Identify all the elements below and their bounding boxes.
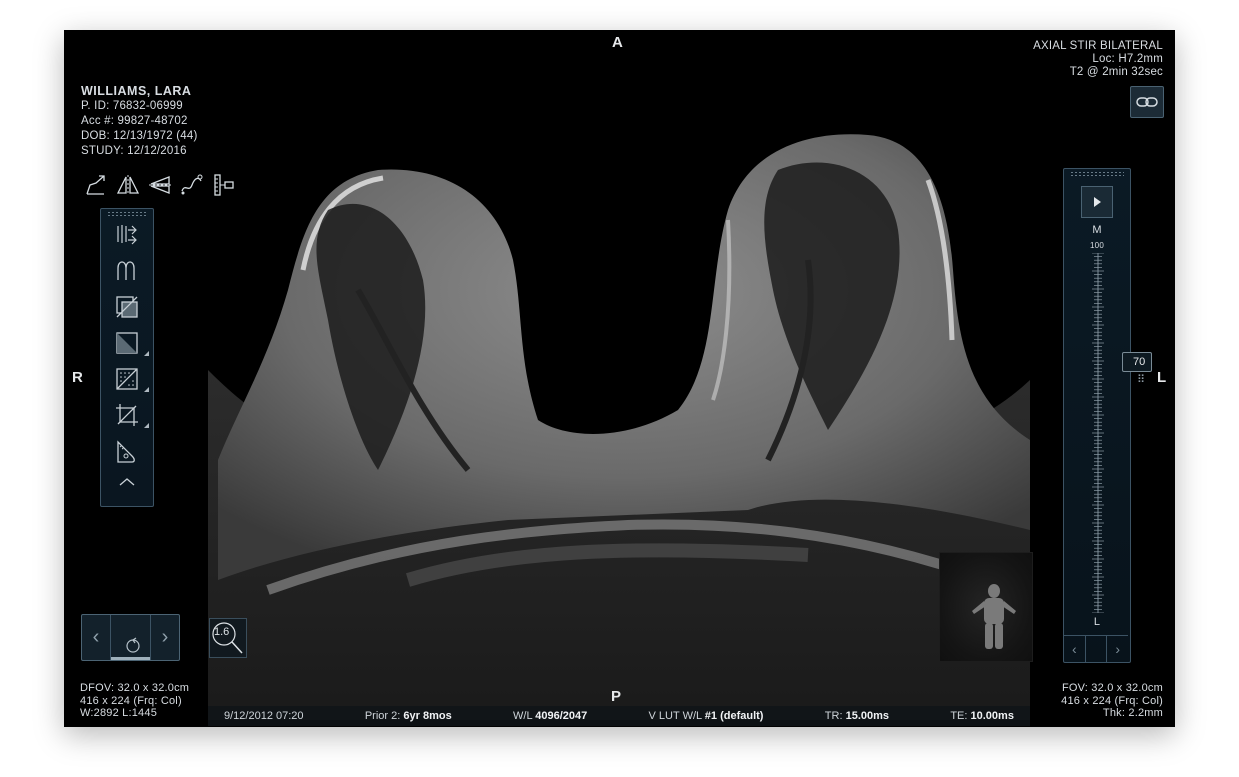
play-cine-button[interactable] [1081, 186, 1113, 218]
study-date: STUDY: 12/12/2016 [81, 145, 187, 157]
magnifier-icon [212, 622, 243, 654]
scale-next-button[interactable]: › [1107, 636, 1128, 662]
sequence-timing: T2 @ 2min 32sec [1069, 66, 1163, 78]
prior-study[interactable]: Prior 2: 6yr 8mos [365, 710, 452, 722]
wl-label: W/L [513, 710, 533, 722]
date-of-birth: DOB: 12/13/1972 (44) [81, 130, 198, 142]
body-figure-icon [972, 584, 1016, 649]
scale-prev-button[interactable]: ‹ [1064, 636, 1085, 662]
te-status: TE: 10.00ms [950, 710, 1014, 722]
scale-drag-handle[interactable] [1070, 171, 1124, 177]
patient-info: WILLIAMS, LARA P. ID: 76832-06999 Acc #:… [81, 85, 198, 158]
scale-top-value: 100 [1090, 241, 1104, 250]
chevron-up-icon [119, 478, 135, 486]
wl-value: 4096/2047 [535, 710, 588, 722]
intensity-scale-panel: M 100 L 70 ⠿ ‹ › [1063, 168, 1153, 663]
grip-dots-icon: ⠿ [1137, 374, 1146, 386]
te-label: TE: [950, 710, 968, 722]
vlut-label: V LUT W/L [648, 710, 702, 722]
prev-series-button[interactable]: ‹ [82, 615, 111, 660]
te-value: 10.00ms [970, 710, 1014, 722]
series-progress [111, 657, 150, 660]
annotation-toolbar [83, 171, 237, 199]
link-icon [1136, 97, 1158, 107]
window-level-icon[interactable] [101, 325, 153, 361]
vlut-value: #1 (default) [704, 710, 764, 722]
scale-slider-value: 70 [1133, 356, 1146, 368]
scale-slider-handle[interactable]: 70 ⠿ [1122, 352, 1153, 386]
image-viewport[interactable]: A P R L WILLIAMS, LARA P. ID: 76832-0699… [64, 30, 1175, 727]
scale-nav: ‹ › [1064, 635, 1128, 662]
scale-nav-center [1084, 636, 1108, 662]
vlut-status: V LUT W/L #1 (default) [649, 710, 764, 722]
patient-name: WILLIAMS, LARA [81, 84, 192, 98]
tool-panel [100, 208, 154, 507]
scale-ruler[interactable] [1092, 253, 1104, 613]
flip-vertical-icon[interactable] [147, 171, 173, 199]
play-icon [1094, 197, 1101, 207]
slice-thickness: Thk: 2.2mm [1102, 707, 1163, 719]
curve-graph-icon[interactable] [101, 253, 153, 289]
submenu-indicator-icon [144, 423, 149, 428]
subtraction-icon[interactable] [101, 289, 153, 325]
tr-value: 15.00ms [845, 710, 890, 722]
arrow-annotation-icon[interactable] [83, 171, 109, 199]
rotate-icon [126, 637, 140, 653]
crop-icon[interactable] [101, 397, 153, 433]
window-level-status: W/L 4096/2047 [513, 710, 587, 722]
tr-status: TR: 15.00ms [825, 710, 889, 722]
scale-top-label: M [1092, 224, 1102, 236]
patient-id: P. ID: 76832-06999 [81, 100, 183, 112]
mpr-icon[interactable] [101, 217, 153, 253]
zoom-indicator[interactable]: 1.6 [209, 618, 247, 658]
orientation-right: R [72, 369, 83, 386]
display-info-left: DFOV: 32.0 x 32.0cm 416 x 224 (Frq: Col)… [80, 682, 189, 720]
series-thumbnail[interactable] [111, 615, 150, 660]
dither-icon[interactable] [101, 361, 153, 397]
orientation-anterior: A [612, 34, 623, 51]
acquisition-datetime: 9/12/2012 07:20 [224, 710, 304, 722]
probe-icon[interactable] [101, 433, 153, 469]
display-fov: DFOV: 32.0 x 32.0cm [80, 682, 190, 694]
submenu-indicator-icon [144, 351, 149, 356]
status-bar: 9/12/2012 07:20 Prior 2: 6yr 8mos W/L 40… [208, 706, 1030, 726]
ruler-icon[interactable] [211, 171, 237, 199]
series-title: AXIAL STIR BILATERAL [1033, 40, 1163, 52]
window-level-values: W:2892 L:1445 [80, 707, 158, 719]
orientation-left: L [1157, 369, 1167, 386]
curve-tool-icon[interactable] [179, 171, 205, 199]
series-info: AXIAL STIR BILATERAL Loc: H7.2mm T2 @ 2m… [1033, 40, 1163, 79]
flip-horizontal-icon[interactable] [115, 171, 141, 199]
collapse-panel-button[interactable] [101, 469, 153, 495]
next-series-button[interactable]: › [150, 615, 179, 660]
accession-number: Acc #: 99827-48702 [81, 115, 188, 127]
display-info-right: FOV: 32.0 x 32.0cm 416 x 224 (Frq: Col) … [1061, 682, 1163, 720]
link-series-button[interactable] [1130, 86, 1164, 118]
field-of-view: FOV: 32.0 x 32.0cm [1061, 682, 1163, 694]
prior-label: Prior 2: [364, 710, 401, 722]
localizer-thumbnail[interactable] [939, 552, 1033, 662]
matrix-size-left: 416 x 224 (Frq: Col) [80, 694, 182, 707]
submenu-indicator-icon [144, 387, 149, 392]
series-navigator: ‹ › [81, 614, 180, 661]
mri-breast-image[interactable] [208, 110, 1030, 720]
tr-label: TR: [824, 710, 843, 722]
orientation-posterior: P [611, 688, 622, 705]
scale-bottom-label: L [1093, 616, 1101, 628]
slice-location: Loc: H7.2mm [1092, 53, 1163, 65]
matrix-size-right: 416 x 224 (Frq: Col) [1061, 694, 1163, 707]
prior-value: 6yr 8mos [403, 710, 452, 722]
